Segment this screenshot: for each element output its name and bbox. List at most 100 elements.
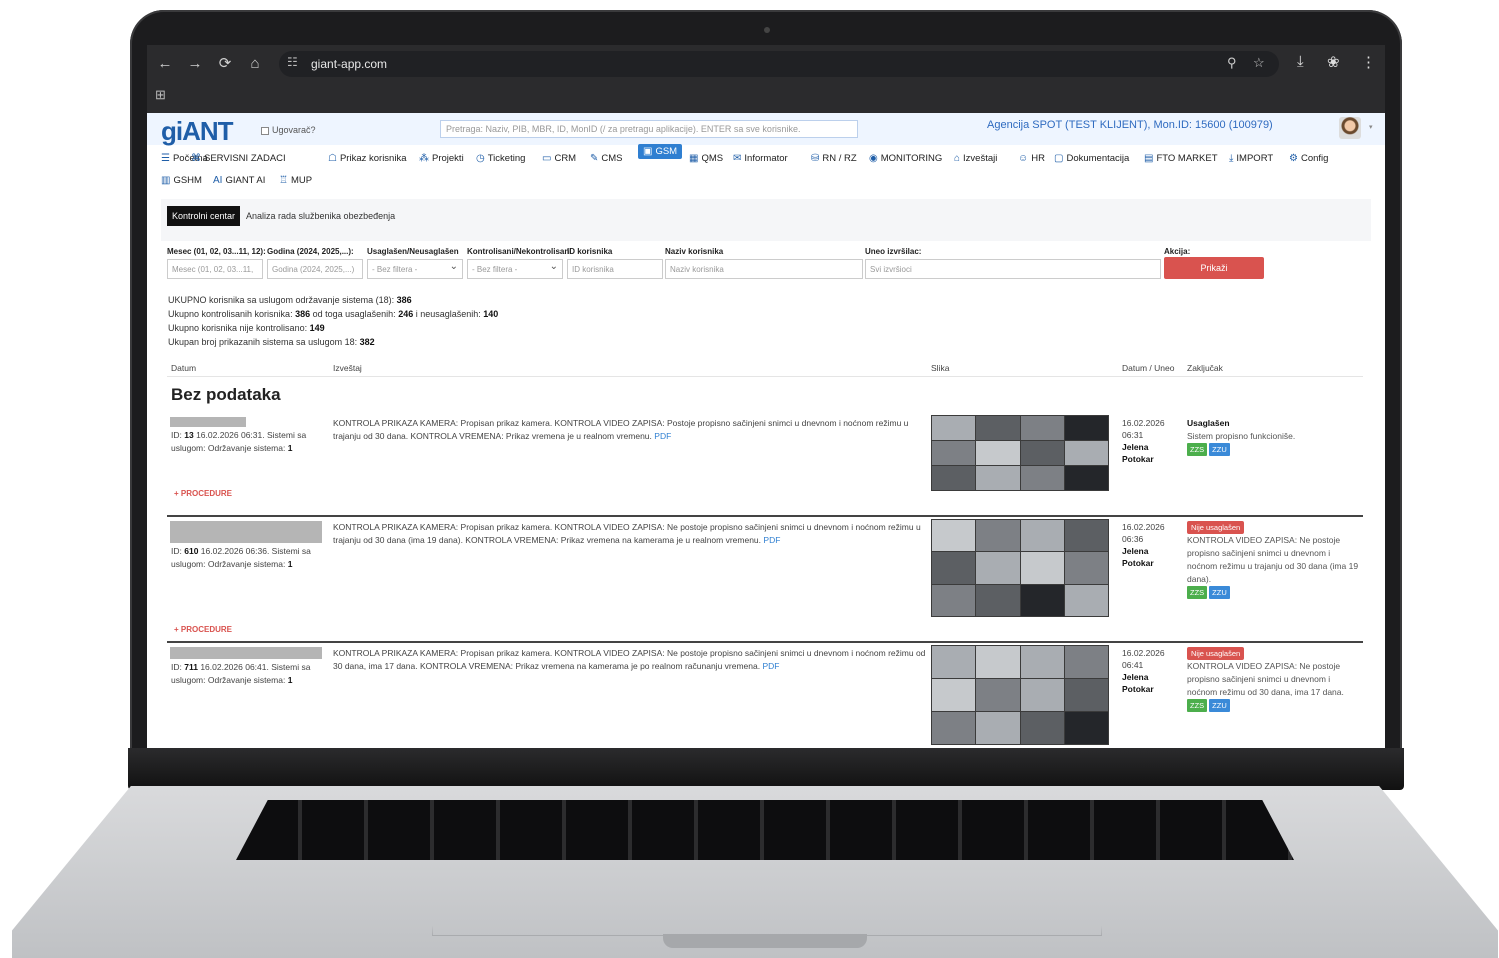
global-search-input[interactable]: Pretraga: Naziv, PIB, MBR, ID, MonID (/ … (440, 120, 858, 138)
address-bar[interactable]: ☷ giant-app.com ⚲ ☆ (279, 51, 1279, 77)
camera-snapshot[interactable] (931, 415, 1109, 491)
tag-zzu[interactable]: ZZU (1209, 586, 1230, 599)
forward-icon[interactable]: → (183, 53, 207, 75)
akcija-label: Akcija: (1164, 247, 1191, 256)
menu-item-monitoring[interactable]: ◉ MONITORING (869, 153, 942, 164)
menu-item-cms[interactable]: ✎ CMS (590, 153, 623, 164)
thumb-tile (1064, 552, 1108, 584)
menu-item-mup[interactable]: ♖ MUP (279, 175, 312, 186)
menu-label: Config (1300, 153, 1329, 164)
pdf-link[interactable]: PDF (762, 661, 779, 671)
menu-label: QMS (701, 153, 724, 164)
tag-zzs[interactable]: ZZS (1187, 586, 1208, 599)
menu-item-hr[interactable]: ☺ HR (1018, 153, 1045, 164)
profile-icon[interactable]: ❀ (1327, 53, 1340, 71)
kontrolisani-select[interactable]: - Bez filtera - (467, 259, 563, 279)
tag-zzu[interactable]: ZZU (1209, 699, 1230, 712)
usaglasen-select[interactable]: - Bez filtera - (367, 259, 463, 279)
checkbox-box[interactable] (261, 126, 269, 135)
row-id: 610 (184, 546, 199, 556)
menu-item-izve-taji[interactable]: ⌂ Izveštaji (954, 153, 997, 164)
menu-item-servisni-zadaci[interactable]: ⌘ SERVISNI ZADACI (191, 153, 286, 164)
ugovarac-checkbox[interactable]: Ugovarač? (261, 125, 316, 135)
menu-label: MONITORING (880, 153, 943, 164)
thumb-tile (1020, 416, 1064, 440)
back-icon[interactable]: ← (153, 53, 177, 75)
thumb-tile (932, 520, 976, 552)
godina-input[interactable]: Godina (2024, 2025,...) (267, 259, 363, 279)
procedure-toggle[interactable]: + PROCEDURE (174, 625, 232, 634)
thumb-tile (932, 416, 976, 440)
uneo-select[interactable]: Svi izvršioci (865, 259, 1161, 279)
home-icon[interactable]: ⌂ (243, 53, 267, 75)
menu-item-prikaz-korisnika[interactable]: ☖ Prikaz korisnika (328, 153, 407, 164)
avatar[interactable] (1339, 117, 1361, 139)
thumb-tile (976, 552, 1020, 584)
menu-item-gshm[interactable]: ▥ GSHM (161, 175, 202, 186)
menu-item-config[interactable]: ⚙ Config (1289, 153, 1328, 164)
menu-icon: ☺ (1018, 153, 1029, 164)
procedure-toggle[interactable]: + PROCEDURE (174, 489, 232, 498)
menu-label: Prikaz korisnika (339, 153, 407, 164)
menu-label: HR (1031, 153, 1045, 164)
menu-item-ticketing[interactable]: ◷ Ticketing (476, 153, 525, 164)
thumb-tile (976, 520, 1020, 552)
menu-item-qms[interactable]: ▦ QMS (689, 153, 723, 164)
thumb-tile (1064, 646, 1108, 678)
thumb-tile (932, 552, 976, 584)
thumb-tile (1020, 520, 1064, 552)
menu-item-dokumentacija[interactable]: ▢ Dokumentacija (1054, 153, 1129, 164)
chevron-down-icon[interactable]: ▾ (1369, 123, 1373, 131)
pdf-link[interactable]: PDF (763, 535, 780, 545)
redacted-name (170, 521, 322, 543)
star-icon[interactable]: ☆ (1253, 55, 1265, 71)
tab-kontrolni-centar[interactable]: Kontrolni centar (167, 206, 241, 226)
ugovarac-label: Ugovarač? (272, 125, 316, 135)
naziv-input[interactable]: Naziv korisnika (665, 259, 863, 279)
tag-zzs[interactable]: ZZS (1187, 443, 1208, 456)
usaglasen-label: Usaglašen/Neusaglašen (367, 247, 459, 256)
menu-item-gsm[interactable]: ▣ GSM (638, 144, 683, 159)
webcam (764, 27, 770, 33)
stat-systems-value: 382 (359, 337, 375, 347)
row-conclusion: Nije usaglašen KONTROLA VIDEO ZAPISA: Ne… (1187, 521, 1359, 599)
menu-label: GSM (655, 146, 678, 157)
menu-item-projekti[interactable]: ⁂ Projekti (419, 153, 464, 164)
menu-item-rn-rz[interactable]: ⛁ RN / RZ (811, 153, 857, 164)
stat-uncontrolled-value: 149 (309, 323, 325, 333)
mesec-input[interactable]: Mesec (01, 02, 03...11, (167, 259, 263, 279)
conclusion-text: Sistem propisno funkcioniše. (1187, 431, 1296, 441)
apps-grid-icon[interactable]: ⊞ (155, 87, 166, 103)
camera-snapshot[interactable] (931, 645, 1109, 745)
menu-icon: ✉ (733, 153, 742, 164)
menu-item-import[interactable]: ⤓ IMPORT (1229, 153, 1273, 164)
prikazi-button[interactable]: Prikaži (1164, 257, 1264, 279)
menu-label: GSHM (173, 175, 202, 186)
thumb-tile (932, 679, 976, 711)
agency-info[interactable]: Agencija SPOT (TEST KLIJENT), Mon.ID: 15… (987, 119, 1273, 131)
menu-item-fto-market[interactable]: ▤ FTO MARKET (1144, 153, 1218, 164)
row-time: 06:41 (1122, 660, 1144, 670)
thumb-tile (1064, 520, 1108, 552)
menu-item-crm[interactable]: ▭ CRM (542, 153, 576, 164)
laptop-lid-notch (663, 934, 867, 948)
tabs-bar: Kontrolni centar Analiza rada službenika… (161, 199, 1371, 241)
tag-zzu[interactable]: ZZU (1209, 443, 1230, 456)
row-user: Jelena Potokar (1122, 546, 1154, 568)
site-info-icon[interactable]: ☷ (287, 55, 298, 69)
menu-icon: ⌘ (191, 153, 201, 164)
menu-item-informator[interactable]: ✉ Informator (733, 153, 788, 164)
zoom-icon[interactable]: ⚲ (1227, 55, 1237, 71)
download-icon[interactable]: ⤓ (1297, 53, 1304, 70)
browser-menu-icon[interactable]: ⋮ (1361, 53, 1376, 71)
url-text[interactable]: giant-app.com (311, 57, 387, 71)
reload-icon[interactable]: ⟳ (213, 53, 237, 75)
tag-zzs[interactable]: ZZS (1187, 699, 1208, 712)
tab-analiza-rada[interactable]: Analiza rada službenika obezbeđenja (241, 206, 400, 226)
row-date: 16.02.2026 (1122, 648, 1165, 658)
giant-logo[interactable]: giANT (161, 116, 234, 147)
camera-snapshot[interactable] (931, 519, 1109, 617)
menu-item-giant-ai[interactable]: AI GIANT AI (213, 175, 265, 186)
id-input[interactable]: ID korisnika (567, 259, 663, 279)
pdf-link[interactable]: PDF (654, 431, 671, 441)
